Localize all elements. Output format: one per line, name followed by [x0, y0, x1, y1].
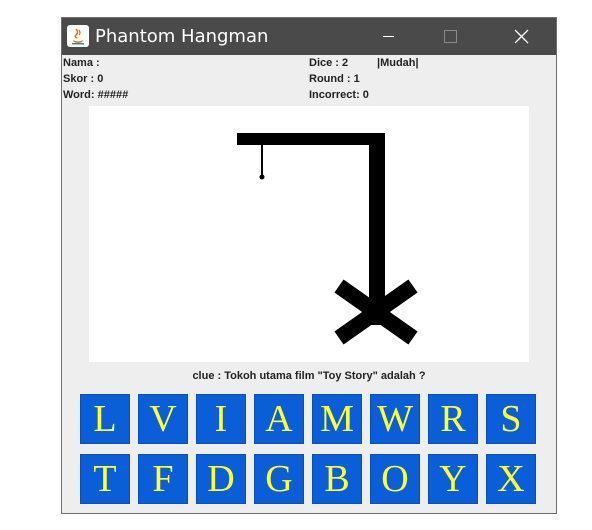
incorrect-label: Incorrect: 0 — [309, 89, 369, 101]
clue-text: clue : Tokoh utama film "Toy Story" adal… — [192, 370, 426, 382]
letter-button-a[interactable]: A — [254, 394, 304, 444]
letter-button-m[interactable]: M — [312, 394, 362, 444]
score-label: Skor : 0 — [63, 73, 104, 85]
letter-button-t[interactable]: T — [80, 454, 130, 504]
minimize-button[interactable] — [358, 18, 418, 55]
player-name-label: Nama : — [63, 57, 100, 69]
letter-button-l[interactable]: L — [80, 394, 130, 444]
letter-button-s[interactable]: S — [486, 394, 536, 444]
letter-button-b[interactable]: B — [312, 454, 362, 504]
round-label: Round : 1 — [309, 73, 360, 85]
letter-button-w[interactable]: W — [370, 394, 420, 444]
maximize-button[interactable] — [422, 18, 482, 55]
difficulty-label: |Mudah| — [377, 57, 419, 69]
letter-button-f[interactable]: F — [138, 454, 188, 504]
java-icon — [67, 25, 89, 47]
gallows-post — [369, 133, 385, 325]
letter-button-y[interactable]: Y — [428, 454, 478, 504]
letter-button-x[interactable]: X — [486, 454, 536, 504]
rope-end — [259, 174, 265, 180]
app-window: Phantom Hangman Nama : Skor : 0 Word: ##… — [61, 17, 557, 514]
gallows-beam — [237, 133, 385, 145]
window-title: Phantom Hangman — [95, 26, 269, 47]
letter-button-o[interactable]: O — [370, 454, 420, 504]
hangman-canvas — [89, 106, 529, 362]
word-label: Word: ##### — [63, 89, 129, 101]
letter-button-i[interactable]: I — [196, 394, 246, 444]
letter-button-g[interactable]: G — [254, 454, 304, 504]
letter-button-v[interactable]: V — [138, 394, 188, 444]
gallows-drawing — [237, 133, 418, 345]
title-bar[interactable]: Phantom Hangman — [62, 18, 556, 55]
letter-button-r[interactable]: R — [428, 394, 478, 444]
letter-button-d[interactable]: D — [196, 454, 246, 504]
dice-label: Dice : 2 — [309, 57, 349, 69]
close-button[interactable] — [490, 18, 550, 55]
